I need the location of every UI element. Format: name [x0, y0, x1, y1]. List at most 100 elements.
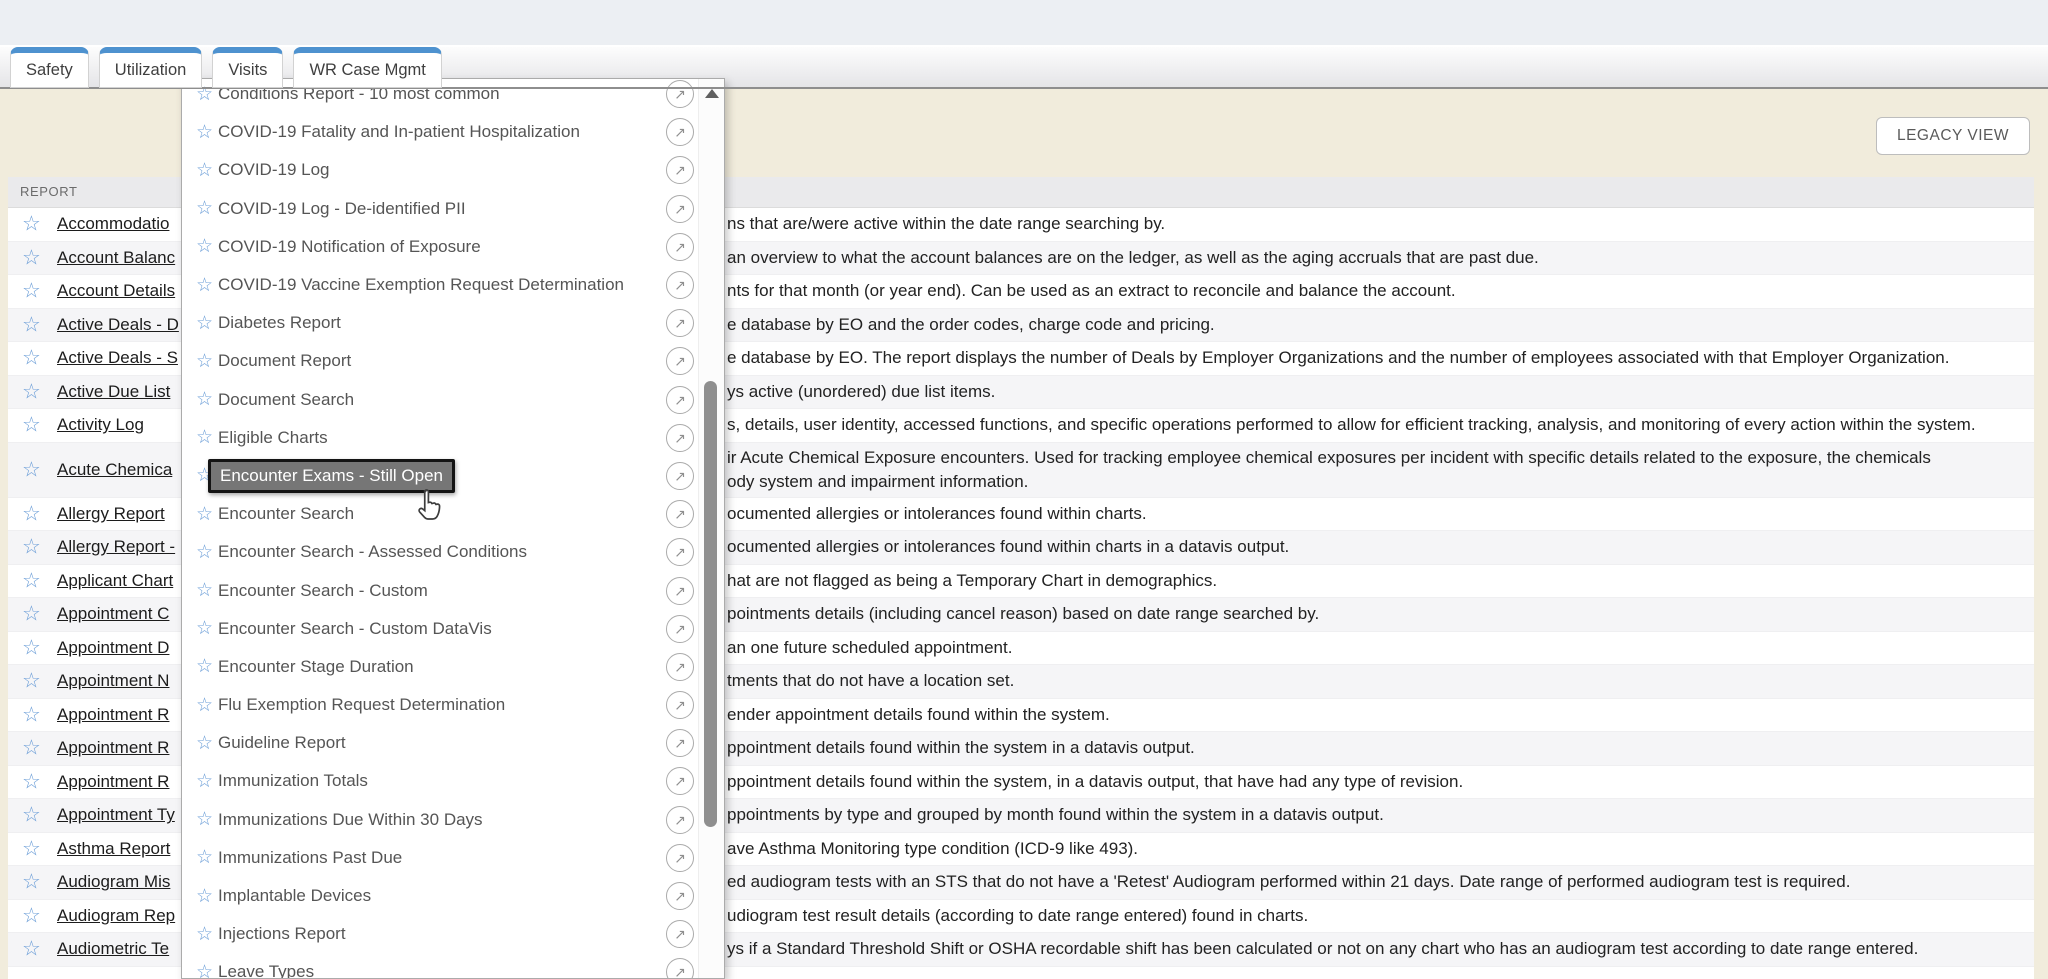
dropdown-menu-item[interactable]: ☆ Guideline Report ↗	[182, 724, 698, 762]
favorite-star-icon[interactable]: ☆	[22, 872, 41, 893]
report-link[interactable]: Appointment R	[57, 705, 189, 725]
open-report-arrow-icon[interactable]: ↗	[666, 882, 694, 910]
report-link[interactable]: Allergy Report -	[57, 537, 189, 557]
favorite-star-icon[interactable]: ☆	[196, 543, 218, 562]
report-link[interactable]: Account Balanc	[57, 248, 189, 268]
dropdown-menu-item[interactable]: ☆ Diabetes Report ↗	[182, 304, 698, 342]
report-link[interactable]: Appointment R	[57, 772, 189, 792]
favorite-star-icon[interactable]: ☆	[196, 199, 218, 218]
dropdown-menu-item[interactable]: ☆ Document Search ↗	[182, 381, 698, 419]
dropdown-menu-item[interactable]: ☆ Encounter Exams - Still Open ↗	[182, 457, 698, 495]
open-report-arrow-icon[interactable]: ↗	[666, 233, 694, 261]
report-link[interactable]: Applicant Chart	[57, 571, 189, 591]
favorite-star-icon[interactable]: ☆	[22, 905, 41, 926]
favorite-star-icon[interactable]: ☆	[22, 838, 41, 859]
favorite-star-icon[interactable]: ☆	[22, 738, 41, 759]
dropdown-menu-item[interactable]: ☆ Encounter Search - Custom ↗	[182, 571, 698, 609]
favorite-star-icon[interactable]: ☆	[196, 428, 218, 447]
dropdown-scrollbar[interactable]	[698, 79, 724, 978]
favorite-star-icon[interactable]: ☆	[22, 314, 41, 335]
favorite-star-icon[interactable]: ☆	[196, 925, 218, 944]
open-report-arrow-icon[interactable]: ↗	[666, 958, 694, 979]
favorite-star-icon[interactable]: ☆	[196, 237, 218, 256]
report-link[interactable]: Acute Chemica	[57, 460, 189, 480]
favorite-star-icon[interactable]: ☆	[196, 276, 218, 295]
favorite-star-icon[interactable]: ☆	[196, 887, 218, 906]
open-report-arrow-icon[interactable]: ↗	[666, 500, 694, 528]
open-report-arrow-icon[interactable]: ↗	[666, 615, 694, 643]
favorite-star-icon[interactable]: ☆	[196, 581, 218, 600]
dropdown-menu-item[interactable]: ☆ Immunization Totals ↗	[182, 762, 698, 800]
nav-tab[interactable]: WR Case Mgmt ↗	[293, 47, 441, 88]
favorite-star-icon[interactable]: ☆	[196, 734, 218, 753]
dropdown-menu-item[interactable]: ☆ Encounter Stage Duration ↗	[182, 648, 698, 686]
open-report-arrow-icon[interactable]: ↗	[666, 806, 694, 834]
open-report-arrow-icon[interactable]: ↗	[666, 347, 694, 375]
favorite-star-icon[interactable]: ☆	[196, 505, 218, 524]
favorite-star-icon[interactable]: ☆	[22, 771, 41, 792]
dropdown-menu-item[interactable]: ☆ Flu Exemption Request Determination ↗	[182, 686, 698, 724]
dropdown-menu-item[interactable]: ☆ COVID-19 Notification of Exposure ↗	[182, 228, 698, 266]
dropdown-menu-item[interactable]: ☆ Leave Types ↗	[182, 953, 698, 979]
favorite-star-icon[interactable]: ☆	[196, 619, 218, 638]
report-link[interactable]: Audiogram Rep	[57, 906, 189, 926]
favorite-star-icon[interactable]: ☆	[22, 939, 41, 960]
report-link[interactable]: Appointment C	[57, 604, 189, 624]
dropdown-menu-item[interactable]: ☆ Injections Report ↗	[182, 915, 698, 953]
favorite-star-icon[interactable]: ☆	[196, 657, 218, 676]
dropdown-menu-item[interactable]: ☆ Eligible Charts ↗	[182, 419, 698, 457]
dropdown-menu-item[interactable]: ☆ Implantable Devices ↗	[182, 877, 698, 915]
report-link[interactable]: Appointment N	[57, 671, 189, 691]
scroll-up-arrow-icon[interactable]	[705, 89, 719, 98]
favorite-star-icon[interactable]: ☆	[196, 314, 218, 333]
report-link[interactable]: Appointment D	[57, 638, 189, 658]
favorite-star-icon[interactable]: ☆	[22, 704, 41, 725]
report-link[interactable]: Active Deals - D	[57, 315, 189, 335]
favorite-star-icon[interactable]: ☆	[196, 161, 218, 180]
nav-tab[interactable]: Utilization ↗	[99, 47, 203, 88]
favorite-star-icon[interactable]: ☆	[22, 537, 41, 558]
report-link[interactable]: Appointment R	[57, 738, 189, 758]
open-report-arrow-icon[interactable]: ↗	[666, 309, 694, 337]
open-report-arrow-icon[interactable]: ↗	[666, 118, 694, 146]
dropdown-menu-item[interactable]: ☆ COVID-19 Log - De-identified PII ↗	[182, 190, 698, 228]
open-report-arrow-icon[interactable]: ↗	[666, 844, 694, 872]
dropdown-menu-item[interactable]: ☆ Immunizations Past Due ↗	[182, 839, 698, 877]
dropdown-menu-item[interactable]: ☆ Encounter Search - Assessed Conditions…	[182, 533, 698, 571]
dropdown-menu-item[interactable]: ☆ COVID-19 Log ↗	[182, 151, 698, 189]
report-link[interactable]: Active Due List	[57, 382, 189, 402]
favorite-star-icon[interactable]: ☆	[22, 604, 41, 625]
open-report-arrow-icon[interactable]: ↗	[666, 691, 694, 719]
favorite-star-icon[interactable]: ☆	[196, 963, 218, 979]
dropdown-menu-item[interactable]: ☆ COVID-19 Vaccine Exemption Request Det…	[182, 266, 698, 304]
favorite-star-icon[interactable]: ☆	[22, 247, 41, 268]
favorite-star-icon[interactable]: ☆	[196, 772, 218, 791]
dropdown-menu-item[interactable]: ☆ Immunizations Due Within 30 Days ↗	[182, 801, 698, 839]
favorite-star-icon[interactable]: ☆	[196, 352, 218, 371]
favorite-star-icon[interactable]: ☆	[22, 214, 41, 235]
favorite-star-icon[interactable]: ☆	[22, 381, 41, 402]
legacy-view-button[interactable]: LEGACY VIEW	[1876, 117, 2030, 155]
favorite-star-icon[interactable]: ☆	[22, 637, 41, 658]
open-report-arrow-icon[interactable]: ↗	[666, 920, 694, 948]
open-report-arrow-icon[interactable]: ↗	[666, 577, 694, 605]
report-link[interactable]: Active Deals - S	[57, 348, 189, 368]
open-report-arrow-icon[interactable]: ↗	[666, 729, 694, 757]
open-report-arrow-icon[interactable]: ↗	[666, 156, 694, 184]
favorite-star-icon[interactable]: ☆	[196, 810, 218, 829]
dropdown-menu-item[interactable]: ☆ Encounter Search - Custom DataVis ↗	[182, 610, 698, 648]
open-report-arrow-icon[interactable]: ↗	[666, 271, 694, 299]
open-report-arrow-icon[interactable]: ↗	[666, 538, 694, 566]
favorite-star-icon[interactable]: ☆	[196, 848, 218, 867]
favorite-star-icon[interactable]: ☆	[196, 390, 218, 409]
favorite-star-icon[interactable]: ☆	[22, 348, 41, 369]
report-link[interactable]: Activity Log	[57, 415, 189, 435]
favorite-star-icon[interactable]: ☆	[22, 459, 41, 480]
report-link[interactable]: Account Details	[57, 281, 189, 301]
open-report-arrow-icon[interactable]: ↗	[666, 462, 694, 490]
report-link[interactable]: Accommodatio	[57, 214, 189, 234]
favorite-star-icon[interactable]: ☆	[22, 281, 41, 302]
open-report-arrow-icon[interactable]: ↗	[666, 386, 694, 414]
favorite-star-icon[interactable]: ☆	[22, 805, 41, 826]
dropdown-menu-item[interactable]: ☆ Encounter Search ↗	[182, 495, 698, 533]
